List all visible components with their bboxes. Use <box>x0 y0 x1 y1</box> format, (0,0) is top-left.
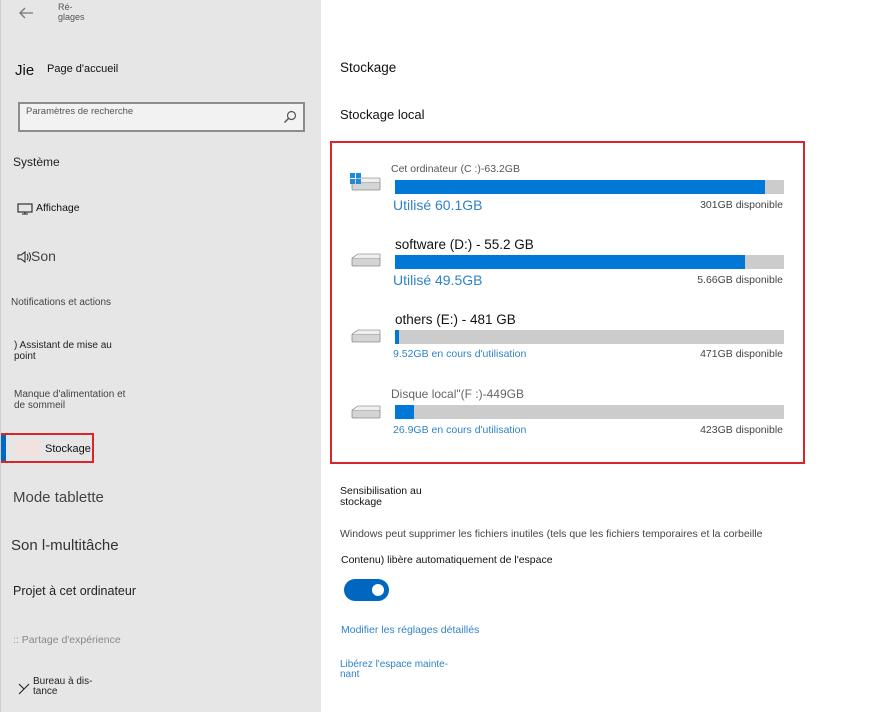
hard-drive-icon <box>351 405 381 419</box>
usage-bar-fill <box>395 405 415 419</box>
sidebar-item-home[interactable]: Page d'accueil <box>47 63 118 75</box>
available-label: 423GB disponible <box>700 424 783 436</box>
usage-bar <box>395 180 784 194</box>
modify-settings-link[interactable]: Modifier les réglages détaillés <box>341 624 479 636</box>
drive-name: Cet ordinateur (C :)-63.2GB <box>391 163 520 175</box>
available-label: 301GB disponible <box>700 199 783 211</box>
storage-sense-title: Sensibilisation au stockage <box>340 485 422 508</box>
selection-indicator <box>1 435 6 461</box>
group-label-system: Système <box>13 155 60 169</box>
back-button[interactable] <box>15 4 37 22</box>
page-title: Stockage <box>340 60 397 75</box>
toggle-knob <box>372 584 384 596</box>
remote-desktop-icon <box>18 683 30 695</box>
usage-bar-fill <box>395 255 746 269</box>
sidebar-item-display[interactable]: Affichage <box>17 202 117 218</box>
drive-name: Disque local"(F :)-449GB <box>391 387 524 401</box>
drive-name: software (D:) - 55.2 GB <box>395 237 534 252</box>
back-arrow-icon <box>19 7 33 19</box>
available-label: 5.66GB disponible <box>697 274 783 286</box>
drive-item-e[interactable]: others (E:) - 481 GB 9.52GB en cours d'u… <box>332 309 803 383</box>
search-icon[interactable] <box>283 110 297 124</box>
usage-bar <box>395 330 784 344</box>
monitor-icon <box>17 203 33 215</box>
sidebar-item-label: Son <box>31 248 56 264</box>
free-space-link[interactable]: Libérez l'espace mainte- nant <box>340 660 470 680</box>
app-title: Ré- glages <box>58 2 85 22</box>
used-label: Utilisé 60.1GB <box>393 197 483 213</box>
storage-sense-description: Windows peut supprimer les fichiers inut… <box>340 528 763 540</box>
sidebar-item-tablet-mode[interactable]: Mode tablette <box>13 489 104 506</box>
drives-list: Cet ordinateur (C :)-63.2GB Utilisé 60.1… <box>330 141 805 464</box>
hard-drive-icon <box>351 329 381 343</box>
drive-item-f[interactable]: Disque local"(F :)-449GB 26.9GB en cours… <box>332 383 803 457</box>
sidebar-item-storage[interactable]: Stockage <box>45 443 91 455</box>
system-drive-icon <box>350 173 381 191</box>
storage-sense-description-2: Contenu) libère automatiquement de l'esp… <box>341 554 553 566</box>
sidebar-item-notifications[interactable]: Notifications et actions <box>11 297 111 308</box>
used-label: Utilisé 49.5GB <box>393 272 483 288</box>
sidebar-item-sound[interactable]: Son <box>17 248 117 266</box>
sidebar: Ré- glages Jie Page d'accueil Paramètres… <box>0 0 321 712</box>
sidebar-item-power[interactable]: Manque d'alimentation et de sommeil <box>14 389 134 411</box>
storage-icon <box>15 441 41 455</box>
usage-bar <box>395 405 784 419</box>
usage-bar <box>395 255 784 269</box>
sidebar-item-focus-assist[interactable]: ) Assistant de mise au point <box>14 340 129 362</box>
usage-bar-fill <box>395 330 399 344</box>
drive-name: others (E:) - 481 GB <box>395 312 516 327</box>
home-icon: Jie <box>15 62 35 79</box>
used-label: 26.9GB en cours d'utilisation <box>393 424 527 436</box>
section-title-local-storage: Stockage local <box>340 107 425 122</box>
hard-drive-icon <box>351 253 381 267</box>
storage-sense-toggle[interactable] <box>344 579 389 601</box>
sidebar-item-label: Affichage <box>36 202 80 214</box>
sidebar-item-project[interactable]: Projet à cet ordinateur <box>13 584 136 598</box>
sidebar-item-multitasking[interactable]: Son l-multitâche <box>11 537 119 554</box>
drive-item-c[interactable]: Cet ordinateur (C :)-63.2GB Utilisé 60.1… <box>332 157 803 231</box>
drive-item-d[interactable]: software (D:) - 55.2 GB Utilisé 49.5GB 5… <box>332 233 803 307</box>
sidebar-item-remote-desktop[interactable]: Bureau à dis- tance <box>17 677 117 699</box>
available-label: 471GB disponible <box>700 348 783 360</box>
sidebar-item-label: Bureau à dis- tance <box>33 676 93 697</box>
used-label: 9.52GB en cours d'utilisation <box>393 348 527 360</box>
sidebar-item-shared-experiences[interactable]: :: Partage d'expérience <box>13 634 121 646</box>
search-input[interactable]: Paramètres de recherche <box>18 102 305 132</box>
usage-bar-fill <box>395 180 765 194</box>
search-placeholder: Paramètres de recherche <box>26 106 134 117</box>
